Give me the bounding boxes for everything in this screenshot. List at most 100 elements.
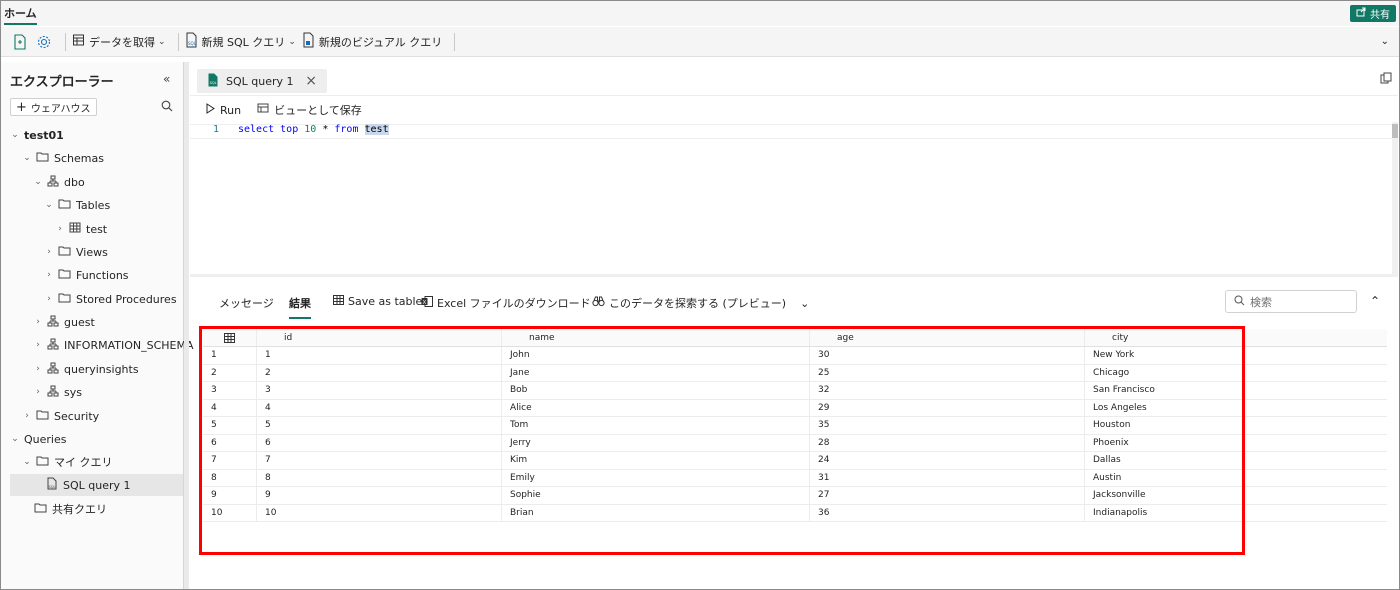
cell-name[interactable]: Kim — [502, 452, 810, 469]
new-sql-query-button[interactable]: SQL 新規 SQL クエリ ⌄ — [185, 32, 296, 51]
cell-city[interactable]: Austin — [1085, 470, 1387, 487]
close-icon[interactable]: × — [305, 73, 317, 89]
excel-download-button[interactable]: X Excel ファイルのダウンロード — [421, 295, 591, 311]
table-row[interactable]: 6 6 Jerry 28 Phoenix — [203, 434, 1387, 452]
row-number[interactable]: 7 — [203, 452, 257, 469]
cell-id[interactable]: 5 — [257, 417, 502, 434]
settings-gear-icon[interactable] — [35, 33, 53, 51]
cell-name[interactable]: Jane — [502, 364, 810, 381]
table-row[interactable]: 4 4 Alice 29 Los Angeles — [203, 399, 1387, 417]
tree-item-stored-procedures[interactable]: › Stored Procedures — [45, 288, 176, 310]
tree-item-tables[interactable]: ⌄ Tables — [45, 194, 110, 216]
row-number[interactable]: 4 — [203, 399, 257, 416]
cell-age[interactable]: 36 — [810, 504, 1085, 521]
expand-ribbon-chevron-icon[interactable]: ⌄ — [1381, 36, 1389, 47]
table-row[interactable]: 5 5 Tom 35 Houston — [203, 417, 1387, 435]
cell-age[interactable]: 24 — [810, 452, 1085, 469]
cell-name[interactable]: Emily — [502, 469, 810, 486]
column-header-age[interactable]: age — [810, 329, 1085, 346]
cell-city[interactable]: Indianapolis — [1085, 505, 1387, 522]
cell-name[interactable]: Jerry — [502, 434, 810, 451]
table-row[interactable]: 10 10 Brian 36 Indianapolis — [203, 504, 1387, 522]
cell-name[interactable]: Alice — [502, 399, 810, 416]
tab-results[interactable]: 結果 — [289, 295, 311, 319]
tree-item-information-schema[interactable]: › INFORMATION_SCHEMA — [34, 334, 194, 356]
cell-city[interactable]: Chicago — [1085, 365, 1387, 382]
get-data-button[interactable]: データを取得 ⌄ — [72, 33, 166, 50]
new-visual-query-button[interactable]: 新規のビジュアル クエリ — [302, 32, 442, 51]
cell-id[interactable]: 3 — [257, 382, 502, 399]
chevron-up-icon[interactable]: ⌃ — [1370, 294, 1380, 308]
row-number[interactable]: 1 — [203, 347, 257, 364]
explore-data-button[interactable]: このデータを探索する (プレビュー) ⌄ — [592, 295, 809, 311]
sql-editor[interactable]: 1 select top 10 * from test — [190, 122, 1392, 274]
run-button[interactable]: Run — [205, 103, 241, 117]
row-number[interactable]: 6 — [203, 434, 257, 451]
cell-age[interactable]: 29 — [810, 399, 1085, 416]
cell-name[interactable]: Bob — [502, 382, 810, 399]
cell-age[interactable]: 35 — [810, 417, 1085, 434]
tree-item-shared-queries[interactable]: 共有クエリ — [34, 498, 107, 520]
tab-messages[interactable]: メッセージ — [219, 295, 274, 311]
results-search-input[interactable]: 検索 — [1225, 290, 1357, 313]
cell-city[interactable]: Dallas — [1085, 452, 1387, 469]
cell-id[interactable]: 7 — [257, 452, 502, 469]
tree-item-my-queries[interactable]: ⌄ マイ クエリ — [23, 451, 112, 473]
row-number[interactable]: 9 — [203, 487, 257, 504]
cell-city[interactable]: Jacksonville — [1085, 487, 1387, 504]
cell-age[interactable]: 31 — [810, 469, 1085, 486]
select-all-grid-icon[interactable] — [203, 329, 257, 346]
tree-item-security[interactable]: › Security — [23, 405, 99, 427]
table-row[interactable]: 1 1 John 30 New York — [203, 347, 1387, 365]
cell-city[interactable]: Los Angeles — [1085, 400, 1387, 417]
chevron-down-icon[interactable]: ⌄ — [800, 297, 809, 310]
cell-age[interactable]: 32 — [810, 382, 1085, 399]
table-row[interactable]: 7 7 Kim 24 Dallas — [203, 452, 1387, 470]
cell-city[interactable]: San Francisco — [1085, 382, 1387, 399]
cell-age[interactable]: 25 — [810, 364, 1085, 381]
cell-name[interactable]: Tom — [502, 417, 810, 434]
tree-item-queryinsights[interactable]: › queryinsights — [34, 358, 139, 380]
tree-item-dbo[interactable]: ⌄ dbo — [34, 171, 85, 193]
table-row[interactable]: 2 2 Jane 25 Chicago — [203, 364, 1387, 382]
cell-id[interactable]: 6 — [257, 434, 502, 451]
tree-item-sys[interactable]: › sys — [34, 381, 82, 403]
cell-city[interactable]: New York — [1085, 347, 1387, 364]
table-row[interactable]: 3 3 Bob 32 San Francisco — [203, 382, 1387, 400]
tree-item-views[interactable]: › Views — [45, 241, 108, 263]
row-number[interactable]: 8 — [203, 469, 257, 486]
row-number[interactable]: 5 — [203, 417, 257, 434]
table-row[interactable]: 8 8 Emily 31 Austin — [203, 469, 1387, 487]
column-header-city[interactable]: city — [1085, 329, 1387, 346]
add-warehouse-button[interactable]: + ウェアハウス — [10, 98, 97, 116]
new-document-icon[interactable] — [11, 33, 29, 51]
cell-id[interactable]: 2 — [257, 364, 502, 381]
cell-name[interactable]: John — [502, 347, 810, 364]
tree-item-test01[interactable]: ⌄ test01 — [11, 124, 64, 146]
scrollbar-thumb[interactable] — [1392, 124, 1398, 138]
column-header-name[interactable]: name — [502, 329, 810, 346]
tab-sql-query-1[interactable]: SQL SQL query 1 × — [197, 69, 327, 93]
tab-home[interactable]: ホーム — [4, 5, 37, 25]
tree-item-sql-query-1[interactable]: SQL SQL query 1 — [10, 474, 183, 496]
search-icon[interactable] — [161, 100, 173, 115]
sidebar-resize-handle[interactable] — [184, 62, 189, 589]
row-number[interactable]: 2 — [203, 364, 257, 381]
collapse-sidebar-icon[interactable]: « — [163, 72, 170, 86]
share-button[interactable]: 共有 — [1350, 5, 1396, 22]
cell-age[interactable]: 30 — [810, 347, 1085, 364]
copy-icon[interactable] — [1380, 72, 1392, 87]
tree-item-functions[interactable]: › Functions — [45, 264, 128, 286]
editor-scrollbar[interactable] — [1392, 122, 1398, 274]
tree-item-queries[interactable]: ⌄ Queries — [11, 428, 66, 450]
table-row[interactable]: 9 9 Sophie 27 Jacksonville — [203, 487, 1387, 505]
cell-id[interactable]: 8 — [257, 469, 502, 486]
save-as-table-button[interactable]: Save as table — [333, 295, 422, 308]
results-resize-handle[interactable] — [190, 274, 1398, 277]
tree-item-schemas[interactable]: ⌄ Schemas — [23, 147, 104, 169]
cell-id[interactable]: 1 — [257, 347, 502, 364]
cell-name[interactable]: Brian — [502, 504, 810, 521]
cell-id[interactable]: 10 — [257, 504, 502, 521]
row-number[interactable]: 10 — [203, 504, 257, 521]
cell-age[interactable]: 28 — [810, 434, 1085, 451]
